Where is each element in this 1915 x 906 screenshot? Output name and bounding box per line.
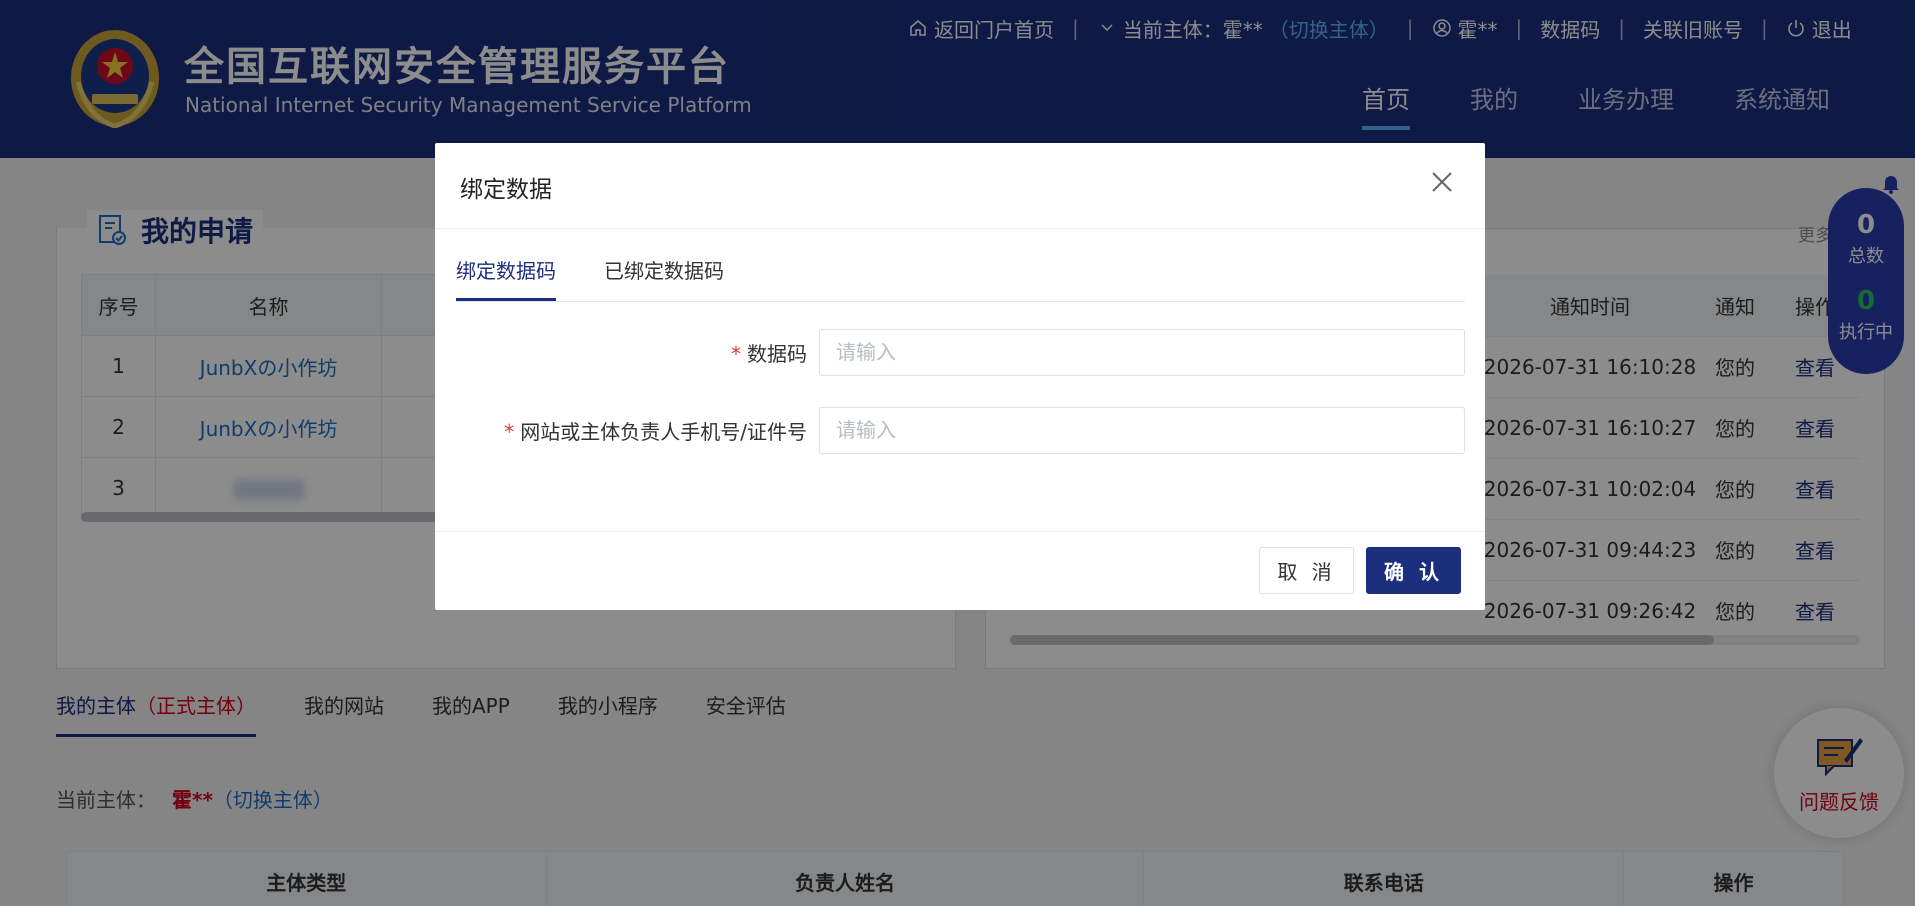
data-code-row: * 数据码 bbox=[435, 328, 1465, 376]
phone-id-label: * 网站或主体负责人手机号/证件号 bbox=[435, 416, 819, 445]
bind-data-dialog: 绑定数据 绑定数据码 已绑定数据码 *数据码 *网站或主体负责人手机号/证件号 … bbox=[435, 143, 1485, 610]
data-code-label-text: 数据码 bbox=[747, 341, 807, 366]
phone-id-row: * 网站或主体负责人手机号/证件号 bbox=[435, 406, 1465, 454]
footer-divider bbox=[435, 531, 1485, 532]
close-icon[interactable] bbox=[1429, 169, 1455, 195]
required-mark: * bbox=[504, 419, 515, 444]
phone-id-label-text: 网站或主体负责人手机号/证件号 bbox=[520, 419, 807, 444]
phone-id-input[interactable] bbox=[819, 406, 1465, 454]
data-code-label: * 数据码 bbox=[435, 338, 819, 367]
tab-bound-data-codes[interactable]: 已绑定数据码 bbox=[604, 255, 724, 301]
cancel-button[interactable]: 取 消 bbox=[1259, 547, 1354, 594]
confirm-button[interactable]: 确 认 bbox=[1366, 547, 1461, 594]
tab-bind-data-code[interactable]: 绑定数据码 bbox=[456, 255, 556, 301]
data-code-input[interactable] bbox=[819, 328, 1465, 376]
required-mark: * bbox=[731, 341, 741, 366]
divider bbox=[435, 228, 1485, 229]
dialog-title: 绑定数据 bbox=[460, 177, 552, 203]
dialog-tabs: 绑定数据码 已绑定数据码 bbox=[456, 255, 1465, 302]
